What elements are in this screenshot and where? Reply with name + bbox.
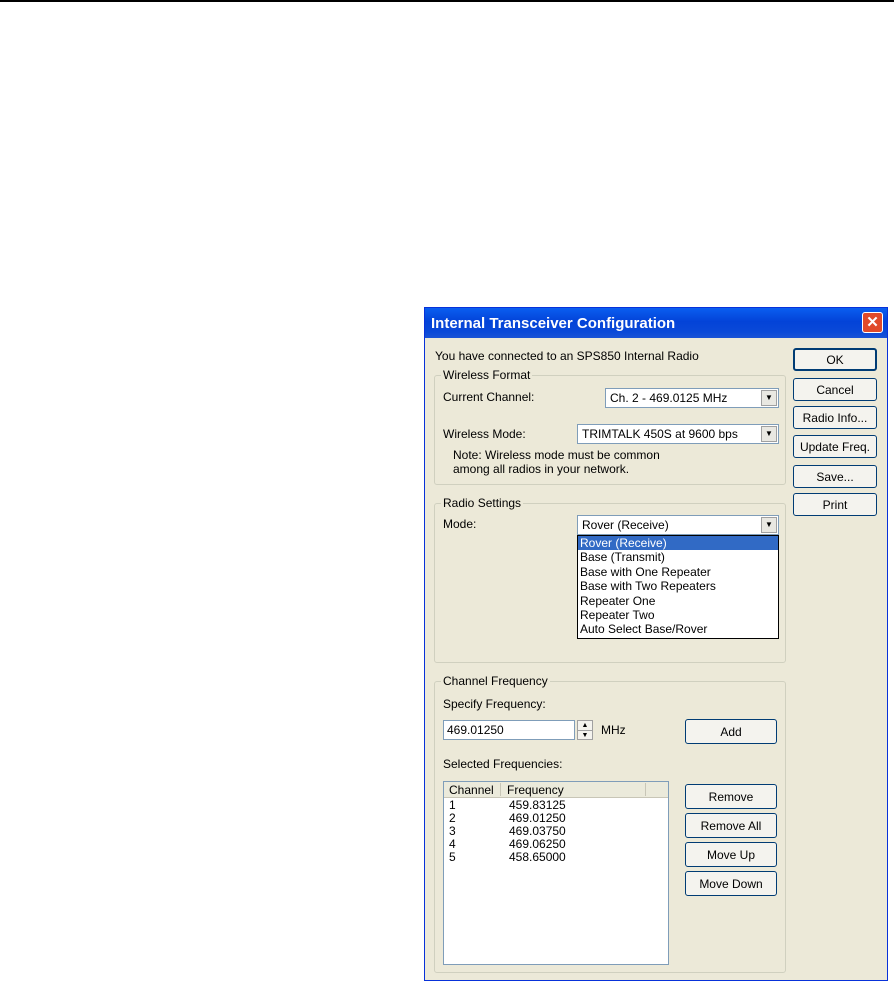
current-channel-value: Ch. 2 - 469.0125 MHz	[610, 391, 728, 405]
wireless-note-line2: among all radios in your network.	[453, 462, 630, 476]
move-down-button[interactable]: Move Down	[685, 871, 777, 896]
page-top-rule	[0, 0, 894, 2]
spin-down-icon[interactable]: ▼	[578, 731, 592, 740]
ok-button[interactable]: OK	[793, 348, 877, 371]
remove-all-button[interactable]: Remove All	[685, 813, 777, 838]
wireless-format-group: Wireless Format Current Channel: Ch. 2 -…	[434, 368, 786, 485]
frequency-input[interactable]: 469.01250	[443, 720, 575, 740]
wireless-mode-label: Wireless Mode:	[443, 427, 526, 441]
spin-up-icon[interactable]: ▲	[578, 721, 592, 731]
mode-option[interactable]: Base with One Repeater	[578, 565, 778, 579]
mode-label: Mode:	[443, 517, 477, 531]
mode-option[interactable]: Repeater One	[578, 594, 778, 608]
column-divider[interactable]	[645, 783, 646, 796]
wireless-mode-value: TRIMTALK 450S at 9600 bps	[582, 427, 738, 441]
remove-button[interactable]: Remove	[685, 784, 777, 809]
add-button[interactable]: Add	[685, 719, 777, 744]
connection-status-text: You have connected to an SPS850 Internal…	[435, 349, 699, 363]
radio-info-button[interactable]: Radio Info...	[793, 406, 877, 429]
wireless-note-line1: Note: Wireless mode must be common	[453, 448, 660, 462]
mode-option[interactable]: Base (Transmit)	[578, 550, 778, 564]
dialog-title: Internal Transceiver Configuration	[431, 314, 676, 332]
channel-frequency-group: Channel Frequency Specify Frequency: 469…	[434, 674, 786, 973]
chevron-down-icon[interactable]: ▼	[761, 517, 777, 533]
mode-option[interactable]: Rover (Receive)	[578, 536, 778, 551]
mode-option[interactable]: Auto Select Base/Rover	[578, 622, 778, 636]
print-button[interactable]: Print	[793, 493, 877, 516]
selected-frequencies-label: Selected Frequencies:	[443, 757, 563, 771]
mode-dropdown-list[interactable]: Rover (Receive) Base (Transmit) Base with …	[577, 535, 779, 639]
wireless-format-legend: Wireless Format	[441, 368, 533, 382]
chevron-down-icon[interactable]: ▼	[761, 390, 777, 406]
current-channel-label: Current Channel:	[443, 390, 535, 404]
move-up-button[interactable]: Move Up	[685, 842, 777, 867]
update-freq-button[interactable]: Update Freq.	[793, 435, 877, 458]
frequency-list[interactable]: Channel Frequency 1 459.83125 2 469.01250 3 4…	[443, 781, 669, 965]
radio-settings-group: Radio Settings Mode: Rover (Receive) ▼ R…	[434, 496, 786, 663]
mode-option[interactable]: Base with Two Repeaters	[578, 579, 778, 593]
radio-settings-legend: Radio Settings	[441, 496, 524, 510]
frequency-spinner[interactable]: ▲ ▼	[577, 720, 593, 740]
column-header-channel[interactable]: Channel	[449, 783, 494, 797]
frequency-input-value: 469.01250	[447, 723, 504, 737]
channel-frequency-legend: Channel Frequency	[441, 674, 550, 688]
dialog-titlebar[interactable]: Internal Transceiver Configuration ✕	[425, 308, 887, 338]
chevron-down-icon[interactable]: ▼	[761, 426, 777, 442]
current-channel-select[interactable]: Ch. 2 - 469.0125 MHz ▼	[605, 388, 779, 408]
frequency-rows: 1 459.83125 2 469.01250 3 469.03750 4 469.06250…	[444, 799, 668, 864]
mode-value: Rover (Receive)	[582, 518, 669, 532]
table-row[interactable]: 5 458.65000	[444, 851, 668, 864]
mode-select[interactable]: Rover (Receive) ▼	[577, 515, 779, 535]
frequency-unit: MHz	[601, 723, 626, 737]
column-header-frequency[interactable]: Frequency	[507, 783, 564, 797]
row-channel: 5	[449, 850, 456, 864]
cancel-button[interactable]: Cancel	[793, 378, 877, 401]
frequency-list-header: Channel Frequency	[444, 782, 668, 798]
column-divider[interactable]	[500, 783, 501, 796]
wireless-mode-select[interactable]: TRIMTALK 450S at 9600 bps ▼	[577, 424, 779, 444]
close-icon[interactable]: ✕	[862, 312, 883, 333]
mode-option[interactable]: Repeater Two	[578, 608, 778, 622]
save-button[interactable]: Save...	[793, 465, 877, 488]
specify-frequency-label: Specify Frequency:	[443, 697, 546, 711]
row-frequency: 458.65000	[509, 850, 566, 864]
transceiver-config-dialog: Internal Transceiver Configuration ✕ You…	[424, 307, 888, 981]
